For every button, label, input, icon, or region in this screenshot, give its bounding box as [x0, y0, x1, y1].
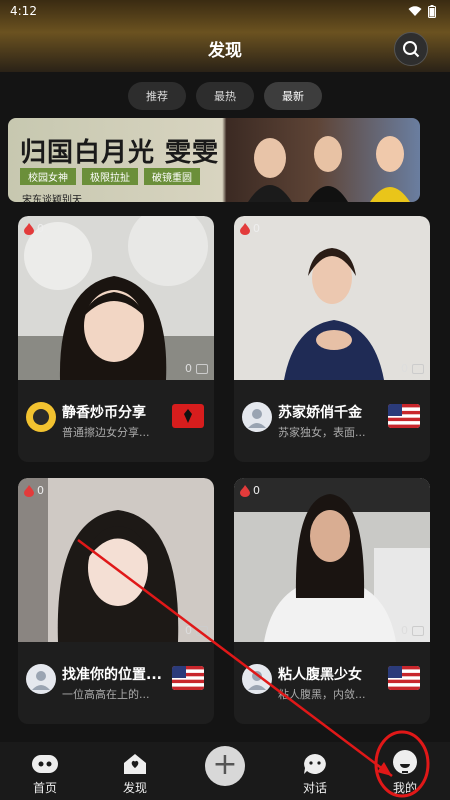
albania-flag-icon: [172, 404, 204, 428]
battery-icon: [428, 4, 436, 18]
chat-count-icon: [412, 363, 424, 374]
card-name: 静香炒币分享: [62, 405, 146, 421]
count-value: 0: [185, 624, 192, 637]
promo-banner[interactable]: 归国白月光 雯雯 校园女神 极限拉扯 破镜重圆 宋东谈颖别天: [8, 118, 420, 202]
card-name: 粘人腹黑少女: [278, 667, 362, 683]
usa-flag-icon: [388, 404, 420, 428]
tab-latest[interactable]: 最新: [264, 82, 322, 110]
tab-hottest[interactable]: 最热: [196, 82, 254, 110]
avatar: [26, 402, 56, 432]
card-likes: 0: [24, 222, 44, 235]
status-bar: 4:12: [0, 0, 450, 22]
flame-icon: [24, 222, 34, 235]
search-icon: [403, 41, 420, 58]
banner-tag: 校园女神: [20, 168, 76, 185]
status-icons: [408, 4, 436, 18]
card-info: 粘人腹黑少女 粘人腹黑，内敛...: [234, 642, 430, 724]
card-description: 苏家独女，表面...: [278, 426, 366, 439]
discover-house-icon: [124, 754, 146, 774]
profile-icon: [393, 750, 417, 774]
likes-count: 0: [37, 222, 44, 235]
status-time: 4:12: [10, 4, 37, 18]
top-header: 4:12 发现: [0, 0, 450, 72]
card-count: 0: [401, 362, 424, 375]
card-description: 粘人腹黑，内敛...: [278, 688, 366, 701]
flame-icon: [24, 484, 34, 497]
nav-chat-label: 对话: [302, 781, 327, 795]
robot-home-icon: [32, 755, 58, 773]
flame-icon: [240, 222, 250, 235]
character-card[interactable]: 0 0 找准你的位置... 一位高高在上的...: [18, 478, 214, 724]
chat-count-icon: [196, 363, 208, 374]
chat-count-icon: [196, 625, 208, 636]
card-photo: [234, 478, 430, 642]
likes-count: 0: [37, 484, 44, 497]
card-info: 静香炒币分享 普通擦边女分享...: [18, 380, 214, 462]
nav-create[interactable]: +: [190, 742, 260, 800]
flame-icon: [240, 484, 250, 497]
chat-count-icon: [412, 625, 424, 636]
card-count: 0: [185, 362, 208, 375]
count-value: 0: [401, 624, 408, 637]
card-description: 普通擦边女分享...: [62, 426, 150, 439]
nav-mine-label: 我的: [392, 781, 417, 795]
card-photo: [18, 478, 214, 642]
card-info: 找准你的位置... 一位高高在上的...: [18, 642, 214, 724]
card-info: 苏家娇俏千金 苏家独女，表面...: [234, 380, 430, 462]
search-button[interactable]: [394, 32, 428, 66]
nav-discover[interactable]: 发现: [100, 742, 170, 800]
banner-tag: 极限拉扯: [82, 168, 138, 185]
usa-flag-icon: [172, 666, 204, 690]
nav-mine[interactable]: 我的: [370, 742, 440, 800]
banner-tag: 破镜重圆: [144, 168, 200, 185]
nav-home[interactable]: 首页: [10, 742, 80, 800]
banner-photo: [248, 136, 410, 202]
card-name: 找准你的位置...: [62, 667, 162, 683]
likes-count: 0: [253, 222, 260, 235]
usa-flag-icon: [388, 666, 420, 690]
card-likes: 0: [240, 222, 260, 235]
chat-icon: [304, 754, 326, 774]
avatar: [242, 402, 272, 432]
card-likes: 0: [24, 484, 44, 497]
character-card[interactable]: 0 0 粘人腹黑少女 粘人腹黑，内敛...: [234, 478, 430, 724]
avatar: [26, 664, 56, 694]
nav-discover-label: 发现: [122, 781, 147, 795]
filter-tabs: 推荐 最热 最新: [0, 82, 450, 110]
card-count: 0: [185, 624, 208, 637]
tab-recommend[interactable]: 推荐: [128, 82, 186, 110]
card-count: 0: [401, 624, 424, 637]
card-likes: 0: [240, 484, 260, 497]
card-photo: [18, 216, 214, 380]
card-photo: [234, 216, 430, 380]
card-description: 一位高高在上的...: [62, 688, 150, 701]
banner-title: 归国白月光 雯雯: [20, 138, 220, 168]
plus-icon: +: [205, 746, 245, 786]
banner-tags: 校园女神 极限拉扯 破镜重圆: [20, 168, 200, 185]
page-title: 发现: [208, 41, 242, 61]
likes-count: 0: [253, 484, 260, 497]
count-value: 0: [185, 362, 192, 375]
bottom-nav: 首页 发现 + 对话 我的: [0, 742, 450, 800]
avatar: [242, 664, 272, 694]
nav-chat[interactable]: 对话: [280, 742, 350, 800]
character-card[interactable]: 0 0 静香炒币分享 普通擦边女分享...: [18, 216, 214, 462]
count-value: 0: [401, 362, 408, 375]
banner-subtitle: 宋东谈颖别天: [22, 195, 82, 202]
character-card[interactable]: 0 0 苏家娇俏千金 苏家独女，表面...: [234, 216, 430, 462]
card-name: 苏家娇俏千金: [278, 405, 362, 421]
nav-home-label: 首页: [32, 781, 57, 795]
wifi-icon: [408, 5, 422, 16]
